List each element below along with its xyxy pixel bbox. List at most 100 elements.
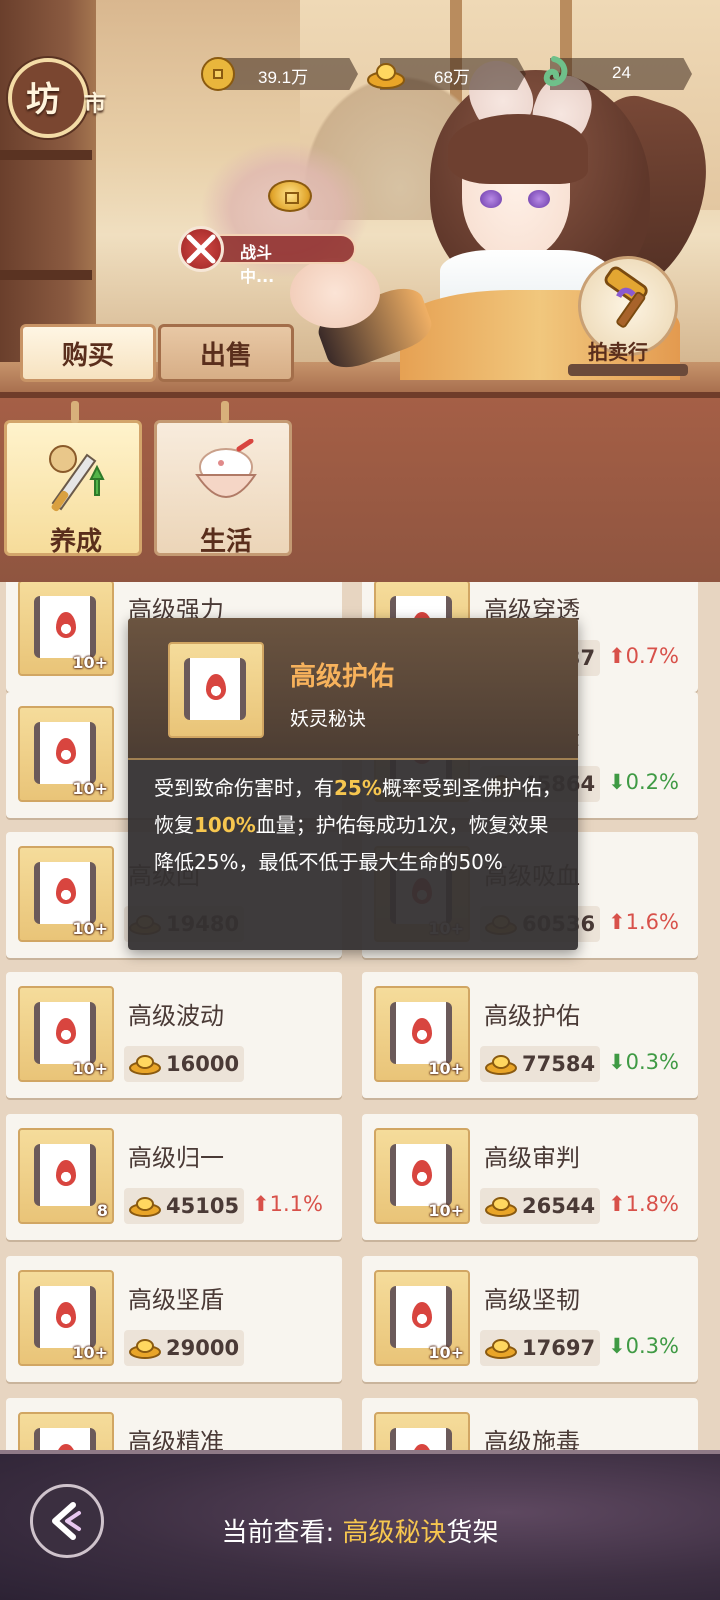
category-life-label: 生活	[199, 527, 252, 557]
item-card[interactable]: 10+ 高级审判 26544 ⬆1.8%	[362, 1114, 698, 1240]
category-life[interactable]: 生活	[154, 401, 292, 557]
item-thumb: 10+	[18, 582, 114, 676]
item-price-trend: ⬇0.3%	[608, 1050, 679, 1074]
gold-ingot-icon	[485, 1055, 517, 1075]
item-trend-value: 0.3%	[625, 1050, 679, 1074]
item-name: 高级波动	[128, 1002, 224, 1030]
item-thumb: 8	[18, 1128, 114, 1224]
item-trend-value: 0.3%	[625, 1334, 679, 1358]
hanger-hook	[71, 401, 79, 423]
item-price-trend: ⬇0.2%	[608, 770, 679, 794]
tooltip-item-name: 高级护佑	[290, 662, 395, 692]
item-count: 10+	[72, 1343, 108, 1362]
arrow-up-icon: ⬆	[252, 1192, 270, 1216]
item-card[interactable]: 10+ 高级坚盾 29000	[6, 1256, 342, 1382]
item-name: 高级归一	[128, 1144, 224, 1172]
arrow-up-icon: ⬆	[608, 644, 626, 668]
flame-emblem-icon	[56, 1302, 76, 1328]
shelf	[0, 150, 92, 160]
battle-status-text: 战斗中...	[240, 243, 275, 286]
currency-gold[interactable]: 68万	[366, 56, 526, 92]
flame-emblem-icon	[412, 1302, 432, 1328]
item-price-trend: ⬆0.7%	[608, 644, 679, 668]
shelf	[0, 270, 92, 280]
desc-highlight: 25%	[334, 776, 382, 800]
item-name: 高级坚韧	[484, 1286, 580, 1314]
item-count: 10+	[72, 919, 108, 938]
item-price-box: 29000	[124, 1330, 244, 1366]
item-count: 8	[96, 1201, 108, 1220]
item-price-box: 26544	[480, 1188, 600, 1224]
item-card[interactable]: 高级精准	[6, 1398, 342, 1450]
item-name: 高级坚盾	[128, 1286, 224, 1314]
flame-emblem-icon	[56, 738, 76, 764]
sword-upgrade-icon	[49, 445, 105, 512]
item-thumb: 10+	[374, 1128, 470, 1224]
item-thumb: 10+	[18, 706, 114, 802]
item-card[interactable]: 10+ 高级坚韧 17697 ⬇0.3%	[362, 1256, 698, 1382]
arrow-down-icon: ⬇	[608, 1050, 626, 1074]
item-card[interactable]: 10+ 高级波动 16000	[6, 972, 342, 1098]
gold-ingot-icon	[129, 1197, 161, 1217]
tooltip-item-type: 妖灵秘诀	[290, 708, 367, 730]
currency-jade[interactable]: 24	[536, 56, 692, 92]
item-count: 10+	[72, 779, 108, 798]
tooltip-thumb	[168, 642, 264, 738]
item-price-trend: ⬇0.3%	[608, 1334, 679, 1358]
hero-banner: 坊 市 39.1万 68万 24 战斗中... 拍卖行 购买 出售	[0, 0, 720, 392]
tab-buy[interactable]: 购买	[20, 324, 156, 382]
item-name: 高级精准	[128, 1428, 224, 1450]
item-thumb: 10+	[18, 846, 114, 942]
auction-house-button[interactable]: 拍卖行	[568, 256, 688, 376]
item-price-box: 77584	[480, 1046, 600, 1082]
arrow-up-icon: ⬆	[608, 1192, 626, 1216]
item-card[interactable]: 高级施毒	[362, 1398, 698, 1450]
character-eye	[528, 190, 550, 208]
item-thumb	[18, 1412, 114, 1450]
item-trend-value: 0.7%	[625, 644, 679, 668]
title-big-char: 坊	[26, 80, 60, 120]
item-name: 高级护佑	[484, 1002, 580, 1030]
gold-ingot-icon	[129, 1339, 161, 1359]
gold-ingot-icon	[485, 1339, 517, 1359]
item-price-trend: ⬆1.1%	[252, 1192, 323, 1216]
title-small-char: 市	[84, 91, 107, 117]
hanger-hook	[221, 401, 229, 423]
bottom-bar: 当前查看: 高级秘诀货架	[0, 1450, 720, 1600]
flame-emblem-icon	[206, 674, 226, 700]
tab-sell[interactable]: 出售	[158, 324, 294, 382]
jade-spirit-icon	[543, 56, 568, 87]
category-foster[interactable]: 养成	[4, 401, 142, 557]
item-price-box: 17697	[480, 1330, 600, 1366]
currency-copper[interactable]: 39.1万	[200, 56, 358, 92]
item-card[interactable]: 8 高级归一 45105 ⬆1.1%	[6, 1114, 342, 1240]
desc-part: 受到致命伤害时，有	[154, 776, 334, 800]
item-detail-tooltip: 高级护佑 妖灵秘诀 受到致命伤害时，有25%概率受到圣佛护佑，恢复100%血量；…	[128, 618, 578, 950]
desc-highlight: 100%	[194, 813, 256, 837]
item-count: 10+	[428, 1059, 464, 1078]
item-thumb: 10+	[374, 986, 470, 1082]
market-title-badge: 坊 市	[8, 58, 118, 138]
category-foster-label: 养成	[49, 527, 102, 557]
item-price-trend: ⬆1.6%	[608, 910, 679, 934]
viewing-highlight: 高级秘诀	[342, 1518, 447, 1548]
gold-ingot-icon	[367, 63, 405, 89]
item-price-box: 45105	[124, 1188, 244, 1224]
copper-coin-icon	[201, 57, 235, 91]
item-trend-value: 1.6%	[625, 910, 679, 934]
item-name: 高级审判	[484, 1144, 580, 1172]
food-bowl-icon	[195, 439, 257, 498]
item-thumb: 10+	[18, 986, 114, 1082]
item-price: 77584	[522, 1052, 596, 1076]
flame-emblem-icon	[412, 1160, 432, 1186]
item-name: 高级施毒	[484, 1428, 580, 1450]
item-card[interactable]: 10+ 高级护佑 77584 ⬇0.3%	[362, 972, 698, 1098]
item-price: 45105	[166, 1194, 240, 1218]
item-count: 10+	[72, 1059, 108, 1078]
floating-coin-icon	[268, 180, 312, 212]
flame-emblem-icon	[56, 1018, 76, 1044]
arrow-down-icon: ⬇	[608, 770, 626, 794]
item-thumb: 10+	[18, 1270, 114, 1366]
item-thumb: 10+	[374, 1270, 470, 1366]
auction-base	[568, 364, 688, 376]
